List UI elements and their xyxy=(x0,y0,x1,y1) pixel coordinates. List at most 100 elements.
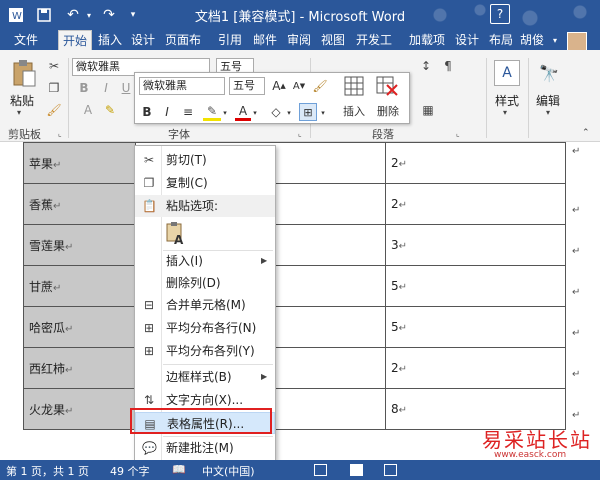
table-cell-name[interactable]: 香蕉↵ xyxy=(23,183,136,225)
web-layout-icon[interactable] xyxy=(384,464,397,476)
table-cell-name[interactable]: 甘蔗↵ xyxy=(23,265,136,307)
mini-bold-icon[interactable]: B xyxy=(139,103,155,121)
mini-borders-icon[interactable]: ⊞ xyxy=(299,103,317,121)
mini-insert-button[interactable]: 插入 xyxy=(343,103,365,119)
cell-text: 5 xyxy=(391,279,399,293)
copy-icon[interactable]: ❐ xyxy=(46,80,62,96)
table-cell-name[interactable]: 哈密瓜↵ xyxy=(23,306,136,348)
undo-dropdown-icon[interactable]: ▾ xyxy=(84,5,94,25)
delete-table-icon[interactable] xyxy=(375,75,399,97)
styles-dropdown-icon[interactable]: ▾ xyxy=(503,108,507,117)
cut-icon[interactable]: ✂ xyxy=(46,58,62,74)
user-dropdown-icon[interactable]: ▾ xyxy=(553,36,557,45)
mini-font-color-dropdown-icon[interactable]: ▾ xyxy=(251,107,259,119)
styles-icon[interactable]: A xyxy=(494,60,520,86)
italic-icon[interactable]: I xyxy=(98,80,114,96)
font-launcher-icon[interactable]: ⌞ xyxy=(298,129,302,138)
binoculars-icon[interactable]: 🔭 xyxy=(536,60,562,86)
menu-item-insert[interactable]: 插入(I) ▶ xyxy=(135,250,275,272)
underline-icon[interactable]: U xyxy=(118,80,134,96)
tab-page-layout[interactable]: 页面布 xyxy=(160,30,206,50)
mini-borders-dropdown-icon[interactable]: ▾ xyxy=(319,107,327,119)
tab-file[interactable]: 文件 xyxy=(0,30,52,50)
undo-icon[interactable]: ↶ xyxy=(62,5,84,25)
paragraph-launcher-icon[interactable]: ⌞ xyxy=(456,129,460,138)
menu-item-copy[interactable]: ❐ 复制(C) xyxy=(135,172,275,194)
table-cell-value[interactable]: 2↵ xyxy=(385,142,566,184)
menu-item-merge-cells[interactable]: ⊟ 合并单元格(M) xyxy=(135,294,275,316)
tab-review[interactable]: 审阅 xyxy=(283,30,315,50)
tab-design[interactable]: 设计 xyxy=(127,30,159,50)
tab-view[interactable]: 视图 xyxy=(317,30,349,50)
paste-button[interactable]: 粘贴 xyxy=(10,92,34,109)
insert-table-icon[interactable] xyxy=(343,75,365,97)
menu-item-distribute-columns[interactable]: ⊞ 平均分布各列(Y) xyxy=(135,340,275,362)
table-cell-name[interactable]: 雪莲果↵ xyxy=(23,224,136,266)
print-layout-icon[interactable] xyxy=(350,464,363,476)
tab-developer[interactable]: 开发工 xyxy=(351,30,397,50)
table-cell-value[interactable]: 5↵ xyxy=(385,306,566,348)
borders-icon[interactable]: ▦ xyxy=(420,102,436,118)
text-effects-icon[interactable]: A xyxy=(80,102,96,118)
language[interactable]: 中文(中国) xyxy=(202,463,255,479)
paste-icon[interactable] xyxy=(10,58,38,90)
word-logo-icon[interactable]: W xyxy=(6,5,26,25)
styles-button[interactable]: 样式 xyxy=(495,92,519,109)
collapse-ribbon-icon[interactable]: ⌃ xyxy=(582,128,590,138)
help-button[interactable]: ? xyxy=(490,4,510,24)
grow-font-icon[interactable]: A ▲ xyxy=(271,77,287,95)
mini-highlight-dropdown-icon[interactable]: ▾ xyxy=(221,107,229,119)
tab-mailings[interactable]: 邮件 xyxy=(249,30,281,50)
mini-font-name-combo[interactable]: 微软雅黑 xyxy=(139,77,225,95)
tab-table-layout[interactable]: 布局 xyxy=(485,30,517,50)
table-cell-value[interactable]: 5↵ xyxy=(385,265,566,307)
table-cell-name[interactable]: 火龙果↵ xyxy=(23,388,136,430)
mini-font-color-icon[interactable]: A xyxy=(235,103,251,121)
bold-icon[interactable]: B xyxy=(76,80,92,96)
sort-icon[interactable]: ↕ xyxy=(418,58,434,74)
menu-item-distribute-rows[interactable]: ⊞ 平均分布各行(N) xyxy=(135,317,275,339)
edit-dropdown-icon[interactable]: ▾ xyxy=(546,108,550,117)
tab-references[interactable]: 引用 xyxy=(214,30,246,50)
paste-dropdown-icon[interactable]: ▾ xyxy=(17,108,21,117)
shrink-font-icon[interactable]: A ▼ xyxy=(291,77,307,95)
mini-highlight-icon[interactable]: ✎ xyxy=(203,103,221,121)
separator xyxy=(528,58,529,138)
table-cell-value[interactable]: 2↵ xyxy=(385,183,566,225)
menu-item-cut[interactable]: ✂ 剪切(T) xyxy=(135,149,275,171)
word-count[interactable]: 49 个字 xyxy=(110,463,150,479)
mini-font-size-combo[interactable]: 五号 xyxy=(229,77,265,95)
mini-delete-button[interactable]: 删除 xyxy=(377,103,399,119)
menu-item-delete-column[interactable]: 删除列(D) xyxy=(135,272,275,294)
tab-table-design[interactable]: 设计 xyxy=(451,30,483,50)
mini-shading-dropdown-icon[interactable]: ▾ xyxy=(285,107,293,119)
format-painter-icon[interactable]: 🖌 xyxy=(46,102,62,118)
table-cell-name[interactable]: 苹果↵ xyxy=(23,142,136,184)
format-painter-icon[interactable]: 🖌 xyxy=(311,77,329,95)
proofing-icon[interactable]: 📖 xyxy=(172,463,186,476)
table-cell-value[interactable]: 3↵ xyxy=(385,224,566,266)
page-count[interactable]: 第 1 页，共 1 页 xyxy=(6,463,89,479)
highlight-icon[interactable]: ✎ xyxy=(102,102,118,118)
mini-italic-icon[interactable]: I xyxy=(159,103,175,121)
clipboard-launcher-icon[interactable]: ⌞ xyxy=(58,129,62,138)
mini-center-icon[interactable]: ≡ xyxy=(179,103,197,121)
redo-icon[interactable]: ↷ xyxy=(98,5,120,25)
distribute-rows-icon: ⊞ xyxy=(143,321,155,335)
table-cell-value[interactable]: 2↵ xyxy=(385,347,566,389)
read-mode-icon[interactable] xyxy=(314,464,327,476)
tab-insert[interactable]: 插入 xyxy=(94,30,126,50)
document-area[interactable]: 苹果↵ 2↵ 香蕉↵ 2↵ 雪莲果↵ 3↵ 甘蔗↵ 5↵ 哈密瓜↵ 5↵ 西红柿… xyxy=(0,142,600,460)
edit-button[interactable]: 编辑 xyxy=(536,92,560,109)
table-cell-name[interactable]: 西红柿↵ xyxy=(23,347,136,389)
user-name[interactable]: 胡俊 xyxy=(520,30,544,50)
menu-item-new-comment[interactable]: 💬 新建批注(M) xyxy=(135,437,275,459)
show-marks-icon[interactable]: ¶ xyxy=(440,58,456,74)
paste-keep-text-icon[interactable]: A xyxy=(165,222,187,247)
customize-qat-icon[interactable]: ▾ xyxy=(126,5,140,25)
mini-shading-icon[interactable]: ◇ xyxy=(267,103,285,121)
save-icon[interactable] xyxy=(34,5,54,25)
tab-addins[interactable]: 加载项 xyxy=(404,30,450,50)
tab-home[interactable]: 开始 xyxy=(58,30,92,50)
menu-item-border-styles[interactable]: 边框样式(B) ▶ xyxy=(135,366,275,388)
